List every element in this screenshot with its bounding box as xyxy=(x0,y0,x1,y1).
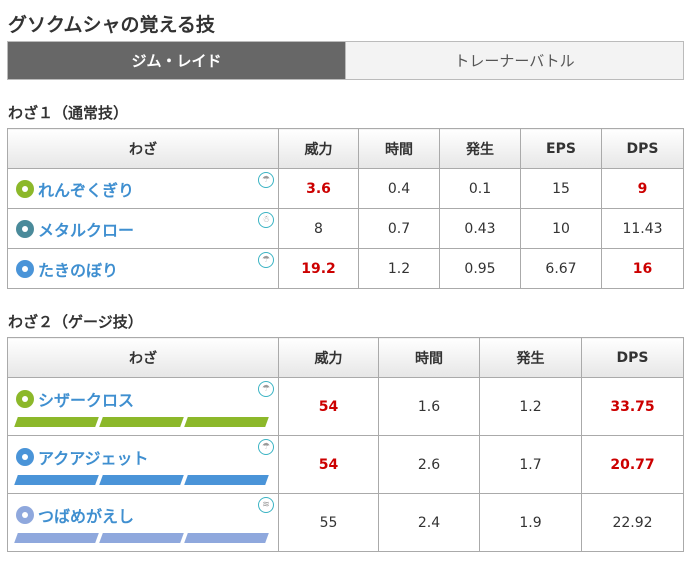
fast-moves-table: わざ 威力 時間 発生 EPS DPS れんぞくぎり ☂ 3.6 0.4 0.1 15 9 メタルクロー ☃… xyxy=(7,128,684,289)
onset-cell: 1.2 xyxy=(479,377,582,436)
time-cell: 1.6 xyxy=(378,377,480,436)
column-header: DPS xyxy=(581,337,684,378)
move-name: アクアジェット xyxy=(38,448,149,468)
move-cell: メタルクロー ☃ xyxy=(7,208,279,249)
dps-cell: 16 xyxy=(601,248,684,289)
time-cell: 2.6 xyxy=(378,435,480,494)
table-row: つばめがえし ≋ 55 2.4 1.9 22.92 xyxy=(7,493,684,552)
energy-bars xyxy=(14,416,278,427)
umbrella-icon: ☂ xyxy=(258,381,274,397)
table-row: シザークロス ☂ 54 1.6 1.2 33.75 xyxy=(7,377,684,436)
dps-cell: 22.92 xyxy=(581,493,684,552)
move-name: つばめがえし xyxy=(38,506,135,526)
move-link[interactable]: アクアジェット xyxy=(16,445,278,469)
table-row: アクアジェット ☂ 54 2.6 1.7 20.77 xyxy=(7,435,684,494)
umbrella-icon: ☂ xyxy=(258,252,274,268)
dps-cell: 11.43 xyxy=(601,208,684,249)
energy-bar xyxy=(99,532,184,543)
move-link[interactable]: シザークロス xyxy=(16,387,278,411)
onset-cell: 0.43 xyxy=(439,208,521,249)
column-header: 時間 xyxy=(358,128,440,169)
type-icon xyxy=(16,179,34,198)
energy-bar xyxy=(14,532,99,543)
move-name: たきのぼり xyxy=(38,260,119,280)
column-header: わざ xyxy=(7,128,279,169)
snowman-icon: ☃ xyxy=(258,212,274,228)
table-row: たきのぼり ☂ 19.2 1.2 0.95 6.67 16 xyxy=(7,248,684,289)
column-header: 時間 xyxy=(378,337,480,378)
column-header: 威力 xyxy=(278,128,359,169)
wind-icon: ≋ xyxy=(258,497,274,513)
charged-moves-table: わざ 威力 時間 発生 DPS シザークロス ☂ 54 1.6 1.2 33.75 アクアジェット ☂ 5… xyxy=(7,337,684,552)
move-link[interactable]: れんぞくぎり xyxy=(16,177,278,201)
type-icon xyxy=(16,505,34,524)
energy-bar xyxy=(184,416,269,427)
move-cell: つばめがえし ≋ xyxy=(7,493,279,552)
tab-trainer-battle[interactable]: トレーナーバトル xyxy=(345,42,683,79)
eps-cell: 6.67 xyxy=(520,248,602,289)
energy-bars xyxy=(14,474,278,485)
energy-bar xyxy=(184,474,269,485)
eps-cell: 10 xyxy=(520,208,602,249)
dps-cell: 33.75 xyxy=(581,377,684,436)
move-link[interactable]: メタルクロー xyxy=(16,217,278,241)
column-header: 発生 xyxy=(479,337,582,378)
column-header: わざ xyxy=(7,337,279,378)
power-cell: 54 xyxy=(278,377,379,436)
mode-tabs: ジム・レイド トレーナーバトル xyxy=(7,41,684,80)
power-cell: 3.6 xyxy=(278,168,359,209)
type-icon xyxy=(16,389,34,408)
tab-gym-raid[interactable]: ジム・レイド xyxy=(8,42,345,79)
power-cell: 55 xyxy=(278,493,379,552)
table-row: メタルクロー ☃ 8 0.7 0.43 10 11.43 xyxy=(7,208,684,249)
fast-moves-heading: わざ１（通常技） xyxy=(8,104,129,122)
move-cell: たきのぼり ☂ xyxy=(7,248,279,289)
type-icon xyxy=(16,447,34,466)
energy-bar xyxy=(14,416,99,427)
move-name: れんぞくぎり xyxy=(38,180,135,200)
type-icon xyxy=(16,219,34,238)
umbrella-icon: ☂ xyxy=(258,172,274,188)
time-cell: 1.2 xyxy=(358,248,440,289)
table-row: れんぞくぎり ☂ 3.6 0.4 0.1 15 9 xyxy=(7,168,684,209)
move-link[interactable]: つばめがえし xyxy=(16,503,278,527)
umbrella-icon: ☂ xyxy=(258,439,274,455)
energy-bars xyxy=(14,532,278,543)
move-name: シザークロス xyxy=(38,390,135,410)
column-header: 発生 xyxy=(439,128,521,169)
dps-cell: 9 xyxy=(601,168,684,209)
energy-bar xyxy=(99,416,184,427)
time-cell: 0.7 xyxy=(358,208,440,249)
power-cell: 19.2 xyxy=(278,248,359,289)
charged-moves-heading: わざ２（ゲージ技） xyxy=(8,313,143,331)
page-title: グソクムシャの覚える技 xyxy=(8,14,215,36)
onset-cell: 0.1 xyxy=(439,168,521,209)
energy-bar xyxy=(184,532,269,543)
eps-cell: 15 xyxy=(520,168,602,209)
energy-bar xyxy=(99,474,184,485)
dps-cell: 20.77 xyxy=(581,435,684,494)
power-cell: 8 xyxy=(278,208,359,249)
move-name: メタルクロー xyxy=(38,220,135,240)
move-cell: シザークロス ☂ xyxy=(7,377,279,436)
power-cell: 54 xyxy=(278,435,379,494)
move-cell: アクアジェット ☂ xyxy=(7,435,279,494)
onset-cell: 1.9 xyxy=(479,493,582,552)
onset-cell: 0.95 xyxy=(439,248,521,289)
column-header: EPS xyxy=(520,128,602,169)
move-cell: れんぞくぎり ☂ xyxy=(7,168,279,209)
time-cell: 2.4 xyxy=(378,493,480,552)
onset-cell: 1.7 xyxy=(479,435,582,494)
time-cell: 0.4 xyxy=(358,168,440,209)
move-link[interactable]: たきのぼり xyxy=(16,257,278,281)
column-header: 威力 xyxy=(278,337,379,378)
energy-bar xyxy=(14,474,99,485)
type-icon xyxy=(16,259,34,278)
column-header: DPS xyxy=(601,128,684,169)
